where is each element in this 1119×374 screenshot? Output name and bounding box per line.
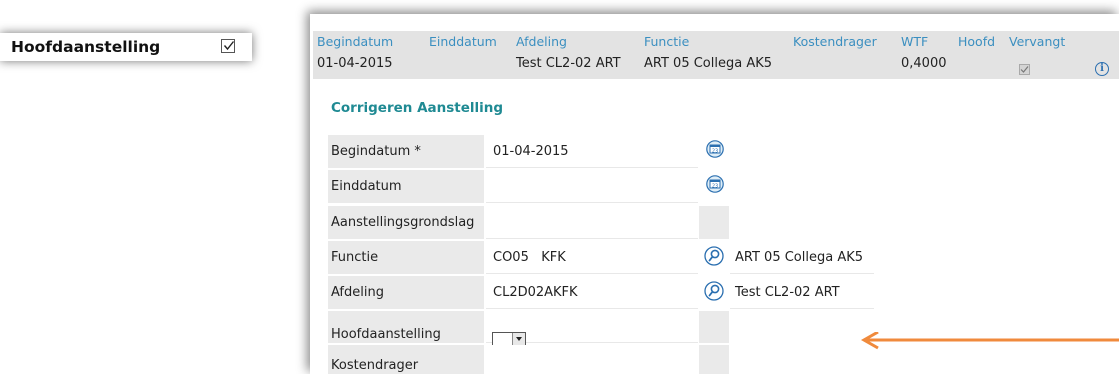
label-einddatum: Einddatum [328,170,484,203]
lookup-icon [704,246,724,266]
lookup-icon [704,281,724,301]
label-begindatum: Begindatum * [328,135,484,168]
begindatum-field[interactable]: 01-04-2015 [486,135,698,168]
col-wtf[interactable]: WTF [901,34,928,49]
callout-checkbox[interactable] [221,39,235,53]
aanstelling-panel: Begindatum Einddatum Afdeling Functie Ko… [310,14,1119,374]
label-aanstellingsgrondslag: Aanstellingsgrondslag [328,206,484,239]
kostendrager-button-cell [699,345,729,374]
afdeling-lookup-button[interactable] [699,276,729,309]
calendar-icon: 23 [706,175,724,193]
functie-description: ART 05 Collega AK5 [730,241,874,274]
col-einddatum[interactable]: Einddatum [429,34,497,49]
functie-field[interactable]: CO05 KFK [486,241,698,274]
label-kostendrager: Kostendrager [328,345,484,374]
kostendrager-field[interactable] [486,345,698,374]
checkmark-icon [223,41,235,51]
afdeling-description: Test CL2-02 ART [730,276,874,309]
calendar-icon: 23 [706,140,724,158]
svg-text:23: 23 [712,149,718,155]
annotation-arrow [860,332,1119,350]
callout-label: Hoofdaanstelling [11,38,161,56]
info-icon[interactable]: i [1095,62,1109,76]
aanstellingsgrondslag-button-cell [699,206,729,239]
label-functie: Functie [328,241,484,274]
col-functie[interactable]: Functie [644,34,689,49]
functie-lookup-button[interactable] [699,241,729,274]
col-afdeling[interactable]: Afdeling [516,34,567,49]
hoofdaanstelling-callout: Hoofdaanstelling [0,33,252,61]
cell-functie: ART 05 Collega AK5 [644,56,773,71]
form-title: Corrigeren Aanstelling [331,100,504,116]
cell-begindatum: 01-04-2015 [317,56,393,71]
hoofdaanstelling-select[interactable] [492,332,526,346]
hoofdaanstelling-button-cell [699,311,729,343]
col-vervangt[interactable]: Vervangt [1009,34,1065,49]
label-hoofdaanstelling: Hoofdaanstelling [328,311,484,343]
checkmark-icon [1020,66,1029,73]
cell-afdeling: Test CL2-02 ART [516,56,621,71]
aanstellingsgrondslag-field[interactable] [486,206,698,239]
col-begindatum[interactable]: Begindatum [317,34,393,49]
col-hoofd[interactable]: Hoofd [958,34,995,49]
svg-text:23: 23 [712,184,718,190]
label-afdeling: Afdeling [328,276,484,309]
cell-hoofd-checkbox [1019,64,1030,75]
chevron-down-icon [512,333,525,345]
afdeling-field[interactable]: CL2D02AKFK [486,276,698,309]
col-kostendrager[interactable]: Kostendrager [793,34,877,49]
cell-wtf: 0,4000 [901,56,947,71]
begindatum-calendar-button[interactable]: 23 [699,135,729,168]
einddatum-calendar-button[interactable]: 23 [699,170,729,203]
einddatum-field[interactable] [486,170,698,203]
aanstelling-grid: Begindatum Einddatum Afdeling Functie Ko… [313,31,1119,79]
